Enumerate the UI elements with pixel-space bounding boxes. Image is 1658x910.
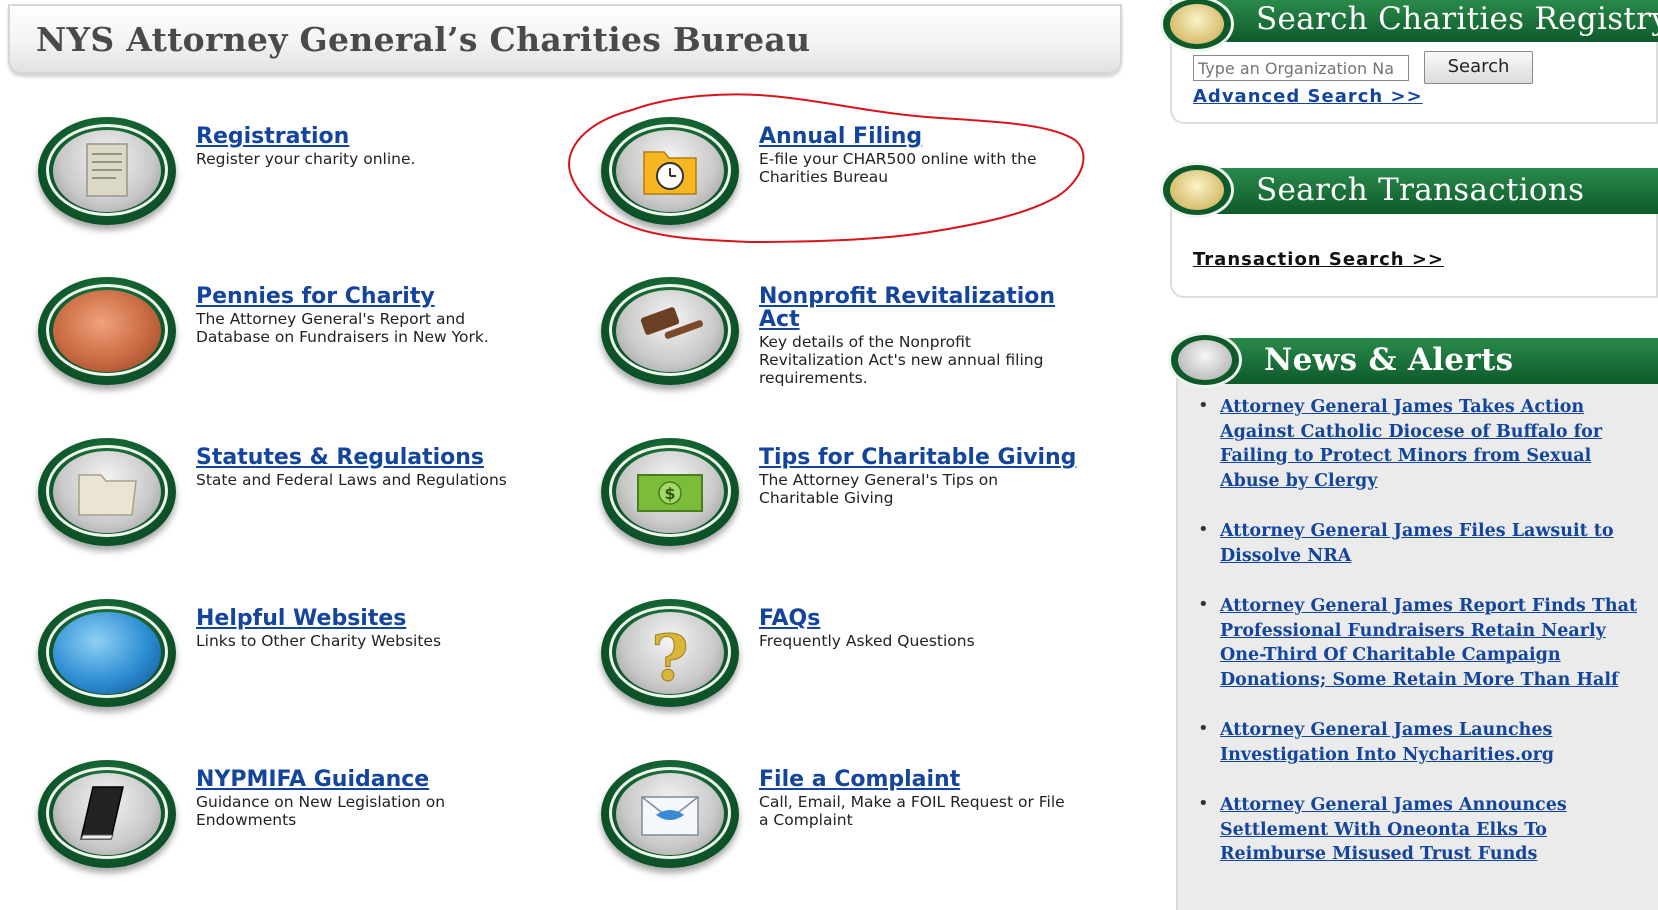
organization-search-input[interactable] <box>1193 55 1409 81</box>
news-title: News & Alerts <box>1264 342 1514 378</box>
tile-file-a-complaint: File a Complaint Call, Email, Make a FOI… <box>601 760 1161 900</box>
search-registry-title: Search Charities Registry <box>1256 1 1658 37</box>
registration-description: Register your charity online. <box>196 150 416 168</box>
news-list: Attorney General James Takes Action Agai… <box>1198 395 1638 893</box>
header-banner: NYS Attorney General’s Charities Bureau <box>8 4 1122 74</box>
news-panel: Attorney General James Takes Action Agai… <box>1176 370 1658 910</box>
faqs-description: Frequently Asked Questions <box>759 632 975 650</box>
news-item: Attorney General James Report Finds That… <box>1198 594 1638 692</box>
pennies-for-charity-description: The Attorney General's Report and Databa… <box>196 310 489 346</box>
tile-registration: Registration Register your charity onlin… <box>38 117 598 257</box>
news-item: Attorney General James Files Lawsuit to … <box>1198 519 1638 568</box>
nonprofit-revitalization-act-description: Key details of the Nonprofit Revitalizat… <box>759 333 1044 387</box>
money-icon[interactable]: $ <box>601 438 739 546</box>
tile-faqs: ? FAQs Frequently Asked Questions <box>601 599 1161 739</box>
tile-tips-charitable-giving: $ Tips for Charitable Giving The Attorne… <box>601 438 1161 578</box>
tips-charitable-giving-link[interactable]: Tips for Charitable Giving <box>759 446 1089 469</box>
nypmifa-guidance-description: Guidance on New Legislation on Endowment… <box>196 793 446 829</box>
penny-icon[interactable] <box>38 277 176 385</box>
book-icon[interactable] <box>38 760 176 868</box>
folder-icon[interactable] <box>38 438 176 546</box>
tile-pennies-for-charity: Pennies for Charity The Attorney General… <box>38 277 598 417</box>
news-item: Attorney General James Takes Action Agai… <box>1198 395 1638 493</box>
statutes-regulations-link[interactable]: Statutes & Regulations <box>196 446 526 469</box>
news-link[interactable]: Attorney General James Launches Investig… <box>1220 720 1554 765</box>
faqs-link[interactable]: FAQs <box>759 607 1089 630</box>
svg-text:?: ? <box>651 621 689 694</box>
registration-link[interactable]: Registration <box>196 125 526 148</box>
file-a-complaint-description: Call, Email, Make a FOIL Request or File… <box>759 793 1065 829</box>
advanced-search-link[interactable]: Advanced Search >> <box>1193 86 1423 107</box>
news-item: Attorney General James Announces Settlem… <box>1198 793 1638 867</box>
svg-text:$: $ <box>664 484 675 503</box>
highlight-annotation <box>568 93 1085 244</box>
search-transactions-header: Search Transactions <box>1160 162 1658 218</box>
magnifier-icon <box>1160 162 1234 218</box>
search-transactions-title: Search Transactions <box>1256 172 1585 208</box>
statutes-regulations-description: State and Federal Laws and Regulations <box>196 471 507 489</box>
tile-nonprofit-revitalization-act: Nonprofit Revitalization Act Key details… <box>601 277 1161 417</box>
tile-nypmifa-guidance: NYPMIFA Guidance Guidance on New Legisla… <box>38 760 598 900</box>
news-link[interactable]: Attorney General James Files Lawsuit to … <box>1220 521 1614 566</box>
newspaper-icon <box>1168 332 1242 388</box>
news-link[interactable]: Attorney General James Report Finds That… <box>1220 596 1637 690</box>
tile-helpful-websites: Helpful Websites Links to Other Charity … <box>38 599 598 739</box>
search-button[interactable]: Search <box>1424 51 1533 84</box>
news-header: News & Alerts <box>1168 332 1658 388</box>
tips-charitable-giving-description: The Attorney General's Tips on Charitabl… <box>759 471 999 507</box>
news-link[interactable]: Attorney General James Takes Action Agai… <box>1220 397 1602 491</box>
transaction-search-link[interactable]: Transaction Search >> <box>1193 249 1444 270</box>
nypmifa-guidance-link[interactable]: NYPMIFA Guidance <box>196 768 526 791</box>
globe-icon[interactable] <box>38 599 176 707</box>
search-registry-header: Search Charities Registry <box>1160 0 1658 52</box>
pennies-for-charity-link[interactable]: Pennies for Charity <box>196 285 526 308</box>
helpful-websites-description: Links to Other Charity Websites <box>196 632 442 650</box>
nonprofit-revitalization-act-link[interactable]: Nonprofit Revitalization Act <box>759 285 1089 331</box>
file-a-complaint-link[interactable]: File a Complaint <box>759 768 1089 791</box>
page-title: NYS Attorney General’s Charities Bureau <box>36 20 811 59</box>
news-link[interactable]: Attorney General James Announces Settlem… <box>1220 795 1567 864</box>
gavel-icon[interactable] <box>601 277 739 385</box>
tile-statutes-regulations: Statutes & Regulations State and Federal… <box>38 438 598 578</box>
question-mark-icon[interactable]: ? <box>601 599 739 707</box>
envelope-icon[interactable] <box>601 760 739 868</box>
helpful-websites-link[interactable]: Helpful Websites <box>196 607 526 630</box>
news-item: Attorney General James Launches Investig… <box>1198 718 1638 767</box>
scroll-icon[interactable] <box>38 117 176 225</box>
